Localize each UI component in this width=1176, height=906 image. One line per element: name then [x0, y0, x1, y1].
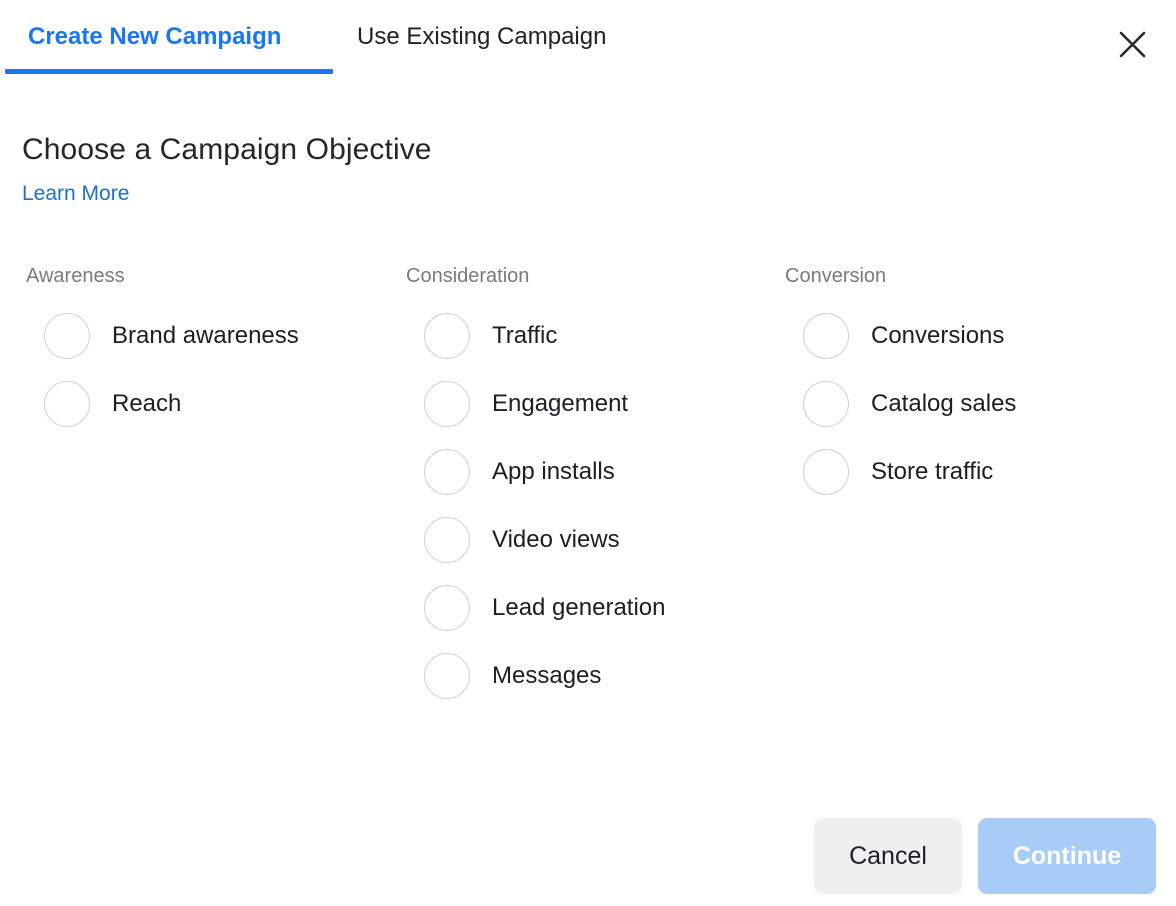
objective-option-app-installs[interactable]: App installs	[406, 438, 736, 506]
objective-option-engagement[interactable]: Engagement	[406, 370, 736, 438]
objective-label: Messages	[492, 662, 602, 689]
objective-option-store-traffic[interactable]: Store traffic	[785, 438, 1115, 506]
close-dialog-button[interactable]	[1108, 20, 1156, 68]
radio-icon[interactable]	[803, 381, 849, 427]
radio-icon[interactable]	[44, 381, 90, 427]
radio-icon[interactable]	[803, 449, 849, 495]
objective-label: Lead generation	[492, 594, 666, 621]
objective-label: Traffic	[492, 322, 558, 349]
column-title-consideration: Consideration	[406, 265, 530, 287]
objective-list-awareness: Brand awareness Reach	[26, 302, 356, 438]
objective-label: App installs	[492, 458, 615, 485]
continue-button[interactable]: Continue	[978, 818, 1156, 894]
objective-label: Video views	[492, 526, 620, 553]
objective-column-conversion: Conversion Conversions Catalog sales Sto…	[785, 262, 1115, 506]
learn-more-link[interactable]: Learn More	[22, 179, 129, 209]
radio-icon[interactable]	[424, 381, 470, 427]
objective-label: Store traffic	[871, 458, 994, 485]
dialog-footer: Cancel Continue	[0, 818, 1176, 906]
radio-icon[interactable]	[424, 585, 470, 631]
objective-option-traffic[interactable]: Traffic	[406, 302, 736, 370]
objective-list-conversion: Conversions Catalog sales Store traffic	[785, 302, 1115, 506]
tab-create-new-campaign[interactable]: Create New Campaign	[28, 22, 281, 52]
radio-icon[interactable]	[424, 313, 470, 359]
column-title-awareness: Awareness	[26, 265, 125, 287]
objective-option-conversions[interactable]: Conversions	[785, 302, 1115, 370]
active-tab-indicator	[5, 69, 333, 74]
objective-option-brand-awareness[interactable]: Brand awareness	[26, 302, 356, 370]
objective-option-lead-generation[interactable]: Lead generation	[406, 574, 736, 642]
column-title-conversion: Conversion	[785, 265, 887, 287]
objective-label: Brand awareness	[112, 322, 299, 349]
radio-icon[interactable]	[44, 313, 90, 359]
objective-list-consideration: Traffic Engagement App installs Video vi…	[406, 302, 736, 710]
objective-column-consideration: Consideration Traffic Engagement App ins…	[406, 262, 736, 710]
radio-icon[interactable]	[424, 517, 470, 563]
tab-use-existing-campaign[interactable]: Use Existing Campaign	[357, 22, 606, 52]
objective-option-messages[interactable]: Messages	[406, 642, 736, 710]
radio-icon[interactable]	[424, 653, 470, 699]
tab-bar: Create New Campaign Use Existing Campaig…	[0, 0, 1176, 74]
objective-option-catalog-sales[interactable]: Catalog sales	[785, 370, 1115, 438]
objective-label: Conversions	[871, 322, 1005, 349]
radio-icon[interactable]	[424, 449, 470, 495]
page-title: Choose a Campaign Objective	[22, 133, 432, 166]
objective-option-reach[interactable]: Reach	[26, 370, 356, 438]
objective-label: Engagement	[492, 390, 629, 417]
cancel-button[interactable]: Cancel	[814, 818, 962, 894]
radio-icon[interactable]	[803, 313, 849, 359]
objective-option-video-views[interactable]: Video views	[406, 506, 736, 574]
objective-column-awareness: Awareness Brand awareness Reach	[26, 262, 356, 438]
close-icon	[1119, 31, 1146, 58]
campaign-objective-dialog: Create New Campaign Use Existing Campaig…	[0, 0, 1176, 906]
objective-label: Catalog sales	[871, 390, 1017, 417]
objective-label: Reach	[112, 390, 182, 417]
